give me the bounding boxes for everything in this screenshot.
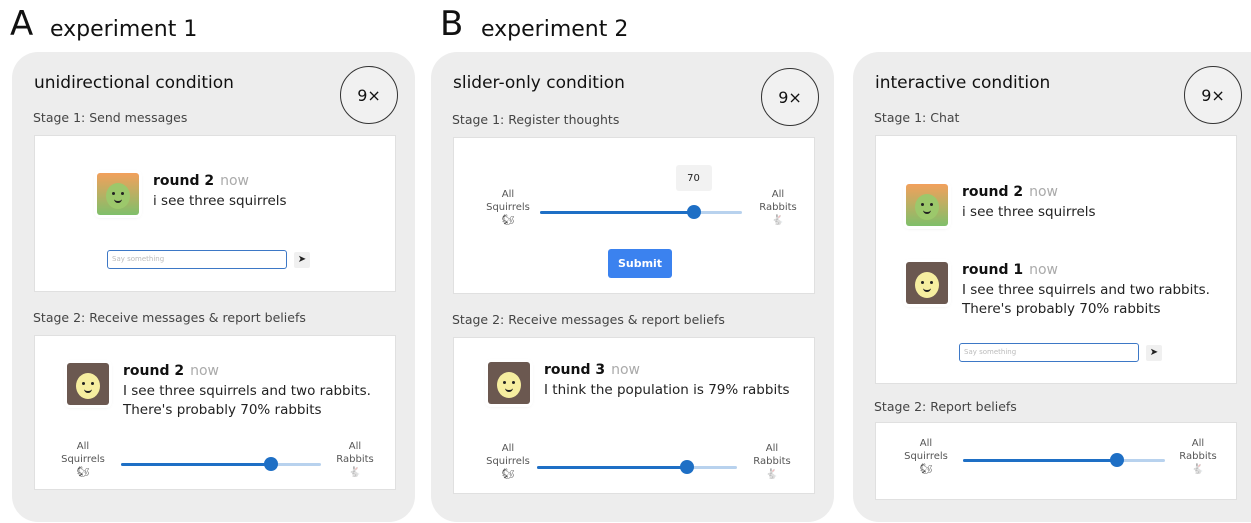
avatar — [906, 262, 948, 304]
stage1-card: round 2 now i see three squirrels round 1… — [875, 135, 1237, 384]
slider-fill — [537, 466, 687, 469]
rabbit-icon: 🐇 — [771, 215, 785, 226]
stage1-label: Stage 1: Send messages — [33, 110, 188, 125]
squirrel-icon: 🐿 — [919, 464, 933, 475]
slider-thumb[interactable] — [686, 205, 701, 219]
send-button[interactable]: ➤ — [1146, 344, 1162, 361]
slider-fill — [540, 211, 694, 214]
slider-track[interactable]: 70 — [540, 165, 742, 219]
message-time: now — [220, 173, 249, 189]
slider-left-label: All Squirrels 🐿 — [896, 437, 956, 476]
thought-slider[interactable]: All Squirrels 🐿 70 All Rabbits 🐇 — [454, 165, 814, 236]
message-input[interactable]: Say something — [107, 250, 287, 269]
stage1-card: All Squirrels 🐿 70 All Rabbits 🐇 Submit — [453, 137, 815, 294]
slider-left-label: All Squirrels 🐿 — [478, 442, 538, 481]
repeat-badge: 9× — [1184, 66, 1242, 124]
message-text: I think the population is 79% rabbits — [544, 382, 790, 398]
message-time: now — [611, 362, 640, 378]
slider-right-label: All Rabbits 🐇 — [1168, 437, 1228, 476]
section-b-title: experiment 2 — [481, 17, 629, 42]
message-time: now — [1029, 184, 1058, 200]
stage1-label: Stage 1: Chat — [874, 110, 960, 125]
stage2-label: Stage 2: Receive messages & report belie… — [452, 312, 725, 327]
unidirectional-panel: unidirectional condition 9× Stage 1: Sen… — [12, 52, 415, 522]
message-time: now — [190, 363, 219, 379]
stage1-label: Stage 1: Register thoughts — [452, 112, 620, 127]
stage1-card: round 2 now i see three squirrels Say som… — [34, 135, 396, 292]
message-input-row: Say something ➤ — [959, 343, 1162, 362]
message-round: round 2 — [153, 173, 215, 189]
message-time: now — [1029, 262, 1058, 278]
send-button[interactable]: ➤ — [294, 251, 310, 268]
belief-slider[interactable]: All Squirrels 🐿 All Rabbits 🐇 — [35, 440, 395, 488]
slider-thumb[interactable] — [680, 460, 694, 474]
slider-value-tooltip: 70 — [675, 165, 712, 191]
belief-slider[interactable]: All Squirrels 🐿 All Rabbits 🐇 — [454, 442, 814, 490]
message-input-row: Say something ➤ — [107, 250, 310, 269]
stage2-label: Stage 2: Receive messages & report belie… — [33, 310, 306, 325]
section-a-letter: A — [10, 4, 34, 44]
message-input[interactable]: Say something — [959, 343, 1139, 362]
message-round: round 2 — [123, 363, 185, 379]
send-icon: ➤ — [297, 254, 307, 265]
repeat-badge: 9× — [761, 68, 819, 126]
send-icon: ➤ — [1149, 347, 1159, 358]
slider-right-label: All Rabbits 🐇 — [325, 440, 385, 479]
slider-thumb[interactable] — [1109, 453, 1124, 467]
chat-message: round 2 now i see three squirrels — [97, 173, 287, 215]
squirrel-icon: 🐿 — [76, 467, 90, 478]
squirrel-icon: 🐿 — [501, 469, 515, 480]
message-line-2: There's probably 70% rabbits — [123, 402, 322, 418]
stage2-card: All Squirrels 🐿 All Rabbits 🐇 — [875, 422, 1237, 500]
message-round: round 3 — [544, 362, 606, 378]
avatar — [488, 362, 530, 404]
avatar — [67, 363, 109, 405]
message-round: round 1 — [962, 262, 1024, 278]
slider-fill — [121, 463, 271, 466]
message-line-1: I see three squirrels and two rabbits. — [962, 282, 1210, 298]
stage2-card: round 2 now I see three squirrels and two… — [34, 335, 396, 490]
squirrel-icon: 🐿 — [501, 215, 515, 226]
interactive-panel: interactive condition 9× Stage 1: Chat r… — [853, 52, 1251, 522]
message-text: i see three squirrels — [153, 193, 287, 209]
chat-message: round 1 now I see three squirrels and two… — [906, 262, 1210, 319]
repeat-badge: 9× — [340, 66, 398, 124]
submit-button[interactable]: Submit — [608, 249, 672, 278]
chat-message: round 2 now i see three squirrels — [906, 184, 1096, 226]
message-round: round 2 — [962, 184, 1024, 200]
panel-title: unidirectional condition — [34, 73, 234, 93]
chat-message: round 3 now I think the population is 79%… — [488, 362, 790, 404]
slider-track[interactable] — [121, 457, 321, 471]
slider-track[interactable] — [537, 460, 737, 474]
avatar — [97, 173, 139, 215]
rabbit-icon: 🐇 — [348, 467, 362, 478]
slider-track[interactable] — [963, 453, 1165, 467]
stage2-card: round 3 now I think the population is 79%… — [453, 337, 815, 494]
rabbit-icon: 🐇 — [765, 469, 779, 480]
rabbit-icon: 🐇 — [1191, 464, 1205, 475]
panel-title: interactive condition — [875, 73, 1051, 93]
section-a-title: experiment 1 — [50, 17, 198, 42]
slider-left-label: All Squirrels 🐿 — [53, 440, 113, 479]
message-text: i see three squirrels — [962, 204, 1096, 220]
avatar — [906, 184, 948, 226]
panel-title: slider-only condition — [453, 73, 625, 93]
message-line-2: There's probably 70% rabbits — [962, 301, 1161, 317]
slider-only-panel: slider-only condition 9× Stage 1: Regist… — [431, 52, 834, 522]
slider-right-label: All Rabbits 🐇 — [748, 188, 808, 227]
message-line-1: I see three squirrels and two rabbits. — [123, 383, 371, 399]
belief-slider[interactable]: All Squirrels 🐿 All Rabbits 🐇 — [876, 437, 1236, 485]
slider-fill — [963, 459, 1117, 462]
slider-right-label: All Rabbits 🐇 — [742, 442, 802, 481]
chat-message: round 2 now I see three squirrels and two… — [67, 363, 371, 420]
section-b-letter: B — [440, 4, 464, 44]
stage2-label: Stage 2: Report beliefs — [874, 399, 1017, 414]
slider-thumb[interactable] — [264, 457, 278, 471]
slider-left-label: All Squirrels 🐿 — [478, 188, 538, 227]
